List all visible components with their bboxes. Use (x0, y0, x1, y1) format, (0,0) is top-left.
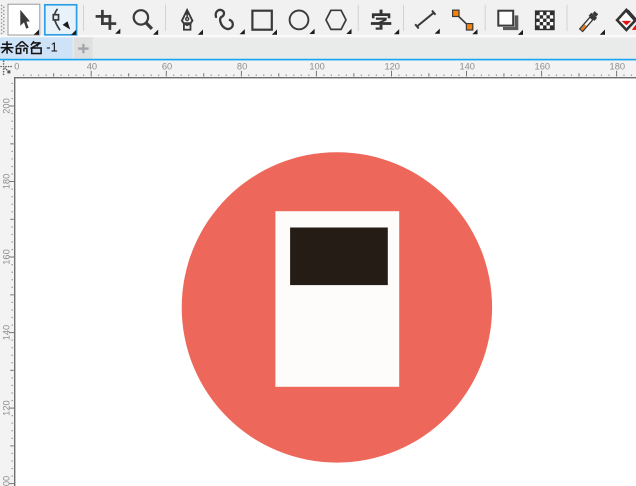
svg-text:-1: -1 (46, 40, 58, 55)
svg-text:140: 140 (1, 325, 11, 341)
svg-text:40: 40 (87, 61, 97, 71)
svg-text:140: 140 (459, 61, 475, 71)
svg-text:160: 160 (535, 61, 551, 71)
svg-text:100: 100 (1, 476, 11, 486)
svg-text:80: 80 (237, 61, 247, 71)
svg-text:200: 200 (1, 98, 11, 114)
svg-text:180: 180 (610, 61, 626, 71)
svg-text:100: 100 (309, 61, 325, 71)
svg-text:180: 180 (1, 174, 11, 190)
svg-text:160: 160 (1, 249, 11, 265)
svg-text:120: 120 (384, 61, 400, 71)
svg-text:120: 120 (1, 400, 11, 416)
svg-text:60: 60 (162, 61, 172, 71)
svg-text:0: 0 (14, 61, 19, 71)
